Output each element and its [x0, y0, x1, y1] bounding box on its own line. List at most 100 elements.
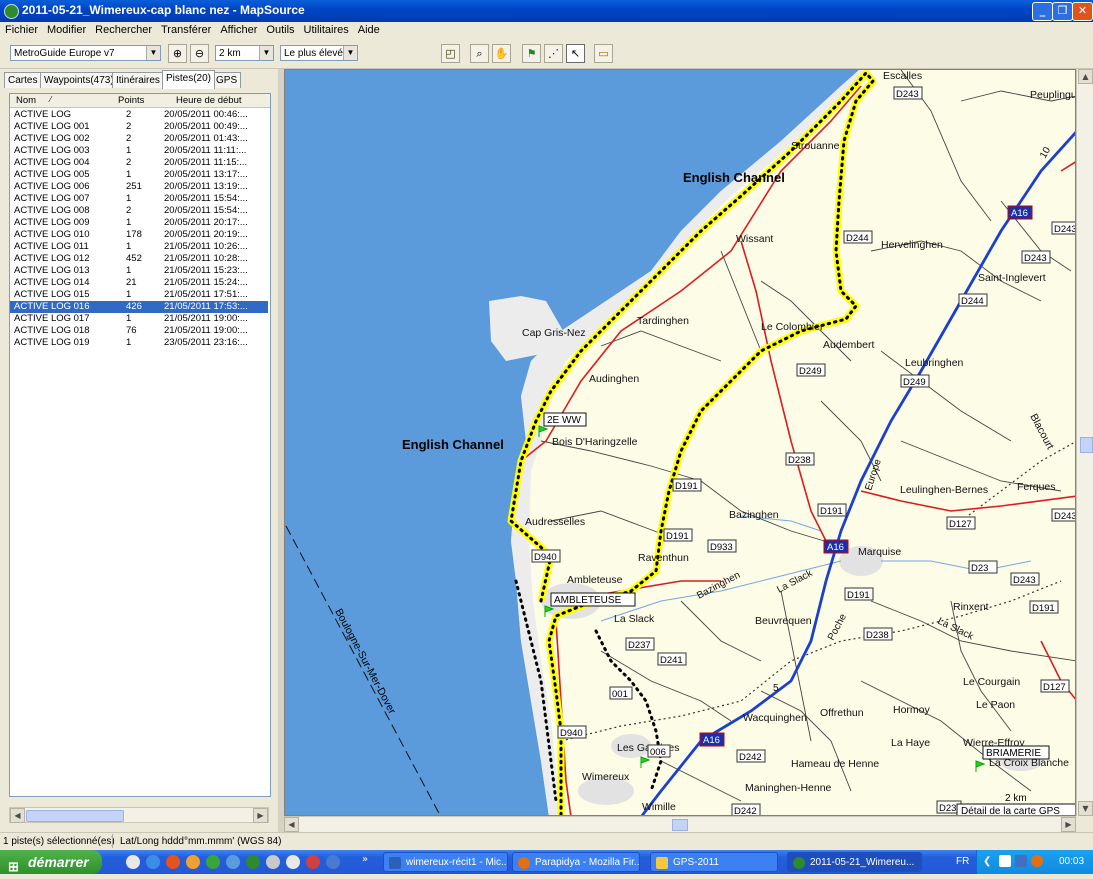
- scroll-thumb[interactable]: [1080, 437, 1093, 453]
- track-row[interactable]: ACTIVE LOG 019 1 23/05/2011 23:16:...: [10, 337, 268, 349]
- place-label: Hormoy: [893, 704, 931, 716]
- start-button[interactable]: ⊞ démarrer: [0, 850, 102, 874]
- menu-outils[interactable]: Outils: [261, 22, 298, 36]
- track-row[interactable]: ACTIVE LOG 009 1 20/05/2011 20:17:...: [10, 217, 268, 229]
- column-start-header[interactable]: Heure de début: [176, 95, 242, 106]
- minimize-button[interactable]: _: [1032, 2, 1053, 21]
- tray-app-icon[interactable]: [1015, 855, 1027, 867]
- track-row[interactable]: ACTIVE LOG 001 2 20/05/2011 00:49:...: [10, 121, 268, 133]
- clock[interactable]: 00:03: [1059, 856, 1084, 867]
- menu-transferer[interactable]: Transférer: [156, 22, 215, 36]
- scroll-down-icon[interactable]: ▼: [1078, 801, 1093, 816]
- maximize-button[interactable]: ❐: [1052, 2, 1073, 21]
- track-row[interactable]: ACTIVE LOG 018 76 21/05/2011 19:00:...: [10, 325, 268, 337]
- place-label: Saint-Inglevert: [978, 272, 1046, 284]
- track-row[interactable]: ACTIVE LOG 2 20/05/2011 00:46:...: [10, 109, 268, 121]
- menu-rechercher[interactable]: Rechercher: [90, 22, 156, 36]
- hand-tool-button[interactable]: ✋: [492, 44, 511, 63]
- scroll-thumb[interactable]: [26, 810, 124, 822]
- taskbar-item-folder[interactable]: GPS-2011: [650, 852, 778, 872]
- zoom-tool-button[interactable]: ⌕: [470, 44, 489, 63]
- map-vertical-scrollbar[interactable]: ▲ ▼: [1076, 69, 1093, 816]
- map-horizontal-scrollbar[interactable]: ◀ ▶: [284, 816, 1076, 833]
- quicklaunch-firefox-icon[interactable]: [166, 855, 180, 869]
- menu-afficher[interactable]: Afficher: [215, 22, 261, 36]
- chevron-down-icon: ▼: [343, 46, 357, 60]
- measure-tool-button[interactable]: ▭: [594, 44, 613, 63]
- scroll-thumb[interactable]: [672, 819, 688, 831]
- detail-level-select[interactable]: Le plus élevé ▼: [280, 45, 358, 61]
- track-points-cell: 1: [126, 145, 132, 156]
- track-row[interactable]: ACTIVE LOG 004 2 20/05/2011 11:15:...: [10, 157, 268, 169]
- track-row[interactable]: ACTIVE LOG 016 426 21/05/2011 17:53:...: [10, 301, 268, 313]
- chevron-expand-icon[interactable]: »: [362, 854, 368, 865]
- menu-aide[interactable]: Aide: [353, 22, 384, 36]
- taskbar-item-word[interactable]: wimereux-récit1 - Mic...: [383, 852, 508, 872]
- tab-waypoints[interactable]: Waypoints(473): [40, 72, 118, 88]
- tab-itineraires[interactable]: Itinéraires: [112, 72, 164, 88]
- quicklaunch-app-icon[interactable]: [286, 855, 300, 869]
- waypoint-label[interactable]: BRIAMERIE: [986, 748, 1041, 759]
- scroll-right-icon[interactable]: ▶: [1061, 817, 1076, 832]
- route-tool-button[interactable]: ⋰: [544, 44, 563, 63]
- zoom-scale-select[interactable]: 2 km ▼: [215, 45, 274, 61]
- waypoint-label[interactable]: 2E WW: [547, 415, 581, 426]
- road-label: D238: [866, 630, 889, 641]
- track-row[interactable]: ACTIVE LOG 011 1 21/05/2011 10:26:...: [10, 241, 268, 253]
- quicklaunch-app-icon[interactable]: [326, 855, 340, 869]
- scroll-up-icon[interactable]: ▲: [1078, 69, 1093, 84]
- left-panel: Cartes Waypoints(473) Itinéraires Pistes…: [0, 69, 278, 832]
- track-row[interactable]: ACTIVE LOG 017 1 21/05/2011 19:00:...: [10, 313, 268, 325]
- scroll-left-icon[interactable]: ◀: [10, 808, 25, 823]
- quicklaunch-app-icon[interactable]: [266, 855, 280, 869]
- track-row[interactable]: ACTIVE LOG 007 1 20/05/2011 15:54:...: [10, 193, 268, 205]
- track-row[interactable]: ACTIVE LOG 002 2 20/05/2011 01:43:...: [10, 133, 268, 145]
- quicklaunch-ie-icon[interactable]: [146, 855, 160, 869]
- quicklaunch-mapsource-icon[interactable]: [246, 855, 260, 869]
- track-row[interactable]: ACTIVE LOG 003 1 20/05/2011 11:11:...: [10, 145, 268, 157]
- quicklaunch-show-desktop-icon[interactable]: [126, 855, 140, 869]
- track-row[interactable]: ACTIVE LOG 012 452 21/05/2011 10:28:...: [10, 253, 268, 265]
- quicklaunch-app-icon[interactable]: [206, 855, 220, 869]
- column-points-header[interactable]: Points: [118, 95, 144, 106]
- track-row[interactable]: ACTIVE LOG 006 251 20/05/2011 13:19:...: [10, 181, 268, 193]
- menu-utilitaires[interactable]: Utilitaires: [299, 22, 353, 36]
- zoom-out-button[interactable]: ⊖: [190, 44, 209, 63]
- track-row[interactable]: ACTIVE LOG 014 21 21/05/2011 15:24:...: [10, 277, 268, 289]
- track-row[interactable]: ACTIVE LOG 013 1 21/05/2011 15:23:...: [10, 265, 268, 277]
- menu-modifier[interactable]: Modifier: [42, 22, 90, 36]
- quicklaunch-app-icon[interactable]: [306, 855, 320, 869]
- scroll-right-icon[interactable]: ▶: [253, 808, 268, 823]
- language-indicator[interactable]: FR: [956, 856, 969, 867]
- close-button[interactable]: ✕: [1072, 2, 1093, 21]
- tab-cartes[interactable]: Cartes: [4, 72, 42, 88]
- waypoint-label[interactable]: AMBLETEUSE: [554, 595, 622, 606]
- tray-antivirus-icon[interactable]: [999, 855, 1011, 867]
- map-tool-button[interactable]: ◰: [441, 44, 460, 63]
- taskbar-item-mapsource[interactable]: 2011-05-21_Wimereu...: [787, 852, 922, 872]
- waypoint-tool-button[interactable]: ⚑: [522, 44, 541, 63]
- scroll-left-icon[interactable]: ◀: [284, 817, 299, 832]
- track-row[interactable]: ACTIVE LOG 008 2 20/05/2011 15:54:...: [10, 205, 268, 217]
- column-name-header[interactable]: Nom: [16, 95, 36, 106]
- menu-fichier[interactable]: Fichier: [0, 22, 42, 36]
- track-row[interactable]: ACTIVE LOG 005 1 20/05/2011 13:17:...: [10, 169, 268, 181]
- quicklaunch-app-icon[interactable]: [226, 855, 240, 869]
- tab-pistes[interactable]: Pistes(20): [162, 70, 216, 89]
- map-view[interactable]: English Channel English Channel Boulogne…: [284, 69, 1076, 816]
- taskbar-item-firefox[interactable]: Parapidya - Mozilla Fir...: [512, 852, 640, 872]
- list-horizontal-scrollbar[interactable]: ◀ ▶: [9, 807, 269, 823]
- tray-app-icon[interactable]: [1031, 855, 1043, 867]
- tab-gps[interactable]: GPS: [212, 72, 242, 88]
- zoom-in-button[interactable]: ⊕: [168, 44, 187, 63]
- place-label: Tardinghen: [637, 315, 689, 327]
- track-points-cell: 1: [126, 289, 132, 300]
- selection-tool-button[interactable]: ↖: [566, 44, 585, 63]
- place-label: Bois D'Haringzelle: [552, 436, 638, 448]
- track-row[interactable]: ACTIVE LOG 015 1 21/05/2011 17:51:...: [10, 289, 268, 301]
- place-label: Escalles: [883, 70, 922, 82]
- track-row[interactable]: ACTIVE LOG 010 178 20/05/2011 20:19:...: [10, 229, 268, 241]
- quicklaunch-firefox-icon[interactable]: [186, 855, 200, 869]
- map-product-select[interactable]: MetroGuide Europe v7 ▼: [10, 45, 161, 61]
- tray-arrow-icon[interactable]: ❮: [983, 856, 991, 867]
